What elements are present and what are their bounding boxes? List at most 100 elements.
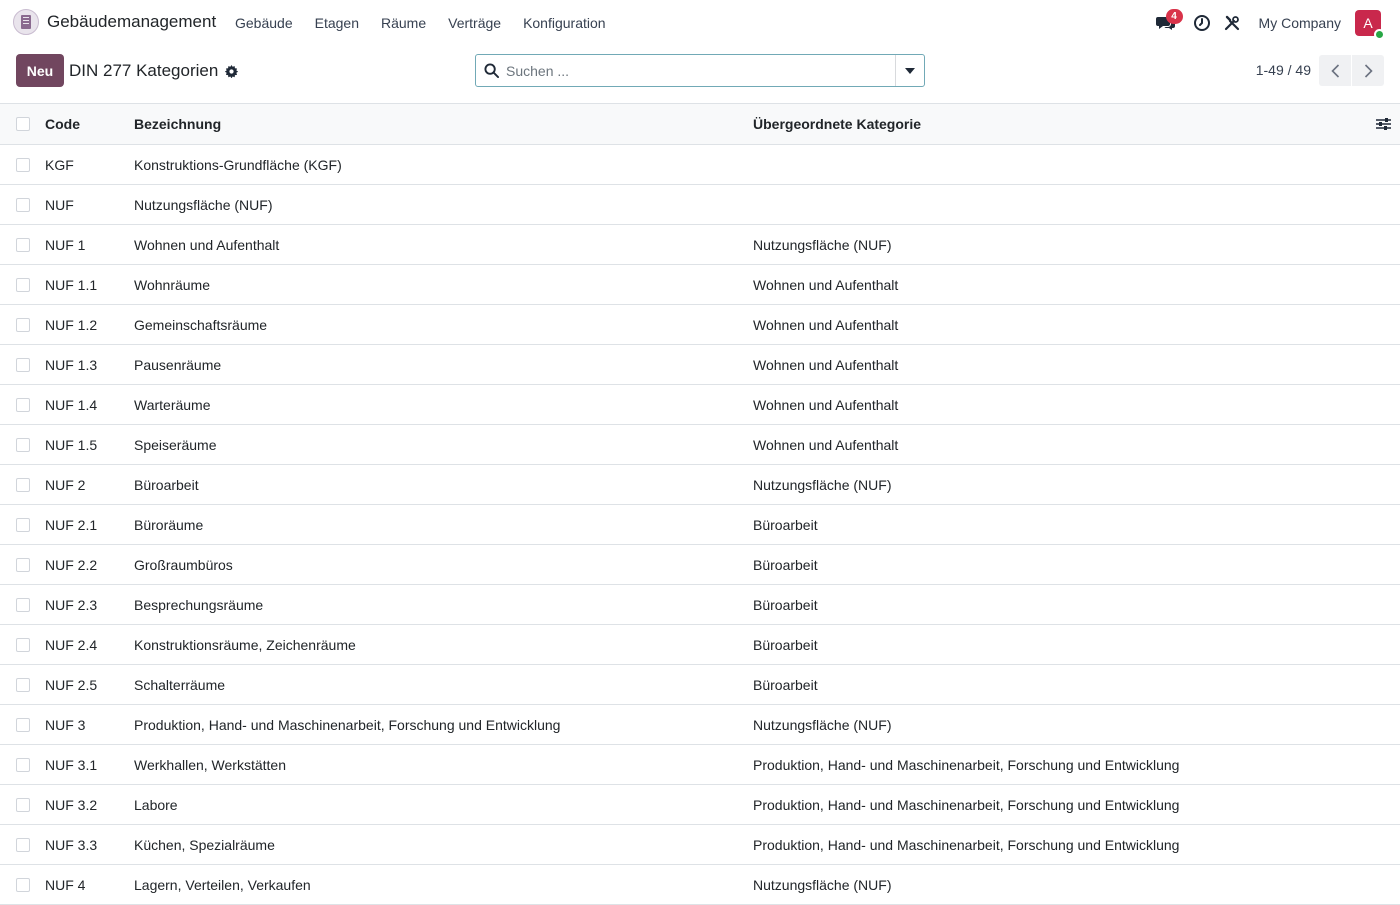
table-row[interactable]: NUF 4 Lagern, Verteilen, Verkaufen Nutzung… xyxy=(0,865,1400,905)
top-navbar: Gebäudemanagement Gebäude Etagen Räume V… xyxy=(0,0,1400,46)
row-checkbox[interactable] xyxy=(16,517,30,532)
table-row[interactable]: NUF 2 Büroarbeit Nutzungsfläche (NUF) xyxy=(0,465,1400,505)
row-checkbox[interactable] xyxy=(16,757,30,772)
menu-item-etagen[interactable]: Etagen xyxy=(304,15,370,31)
cell-parent: Büroarbeit xyxy=(753,596,818,613)
row-checkbox[interactable] xyxy=(16,317,30,332)
table-row[interactable]: NUF 1.2 Gemeinschaftsräume Wohnen und Aufe… xyxy=(0,305,1400,345)
row-checkbox[interactable] xyxy=(16,477,30,492)
column-header-name[interactable]: Bezeichnung xyxy=(134,116,221,132)
cell-name: Büroräume xyxy=(134,516,204,533)
row-checkbox[interactable] xyxy=(16,397,30,412)
row-checkbox[interactable] xyxy=(16,557,30,572)
cell-name: Labore xyxy=(134,796,178,813)
pager-next-button[interactable] xyxy=(1352,55,1384,86)
cell-parent: Wohnen und Aufenthalt xyxy=(753,436,899,453)
row-checkbox[interactable] xyxy=(16,237,30,252)
chevron-left-icon xyxy=(1330,63,1339,78)
row-checkbox[interactable] xyxy=(16,357,30,372)
column-header-code[interactable]: Code xyxy=(45,116,80,132)
cell-name: Konstruktionsräume, Zeichenräume xyxy=(134,636,356,653)
search-icon xyxy=(476,63,506,78)
avatar-initial: A xyxy=(1363,15,1373,31)
table-body: KGF Konstruktions-Grundfläche (KGF) NUF Nut… xyxy=(0,145,1400,905)
cell-parent: Produktion, Hand- und Maschinenarbeit, F… xyxy=(753,796,1180,813)
activity-button[interactable] xyxy=(1187,8,1217,38)
cell-code: KGF xyxy=(45,156,74,173)
cell-code: NUF 3.2 xyxy=(45,796,98,813)
company-switcher[interactable]: My Company xyxy=(1259,15,1341,31)
pager-previous-button[interactable] xyxy=(1319,55,1351,86)
search-bar xyxy=(475,54,925,87)
row-checkbox[interactable] xyxy=(16,197,30,212)
table-row[interactable]: NUF 2.5 Schalterräume Büroarbeit xyxy=(0,665,1400,705)
table-row[interactable]: NUF 1.3 Pausenräume Wohnen und Aufenthalt xyxy=(0,345,1400,385)
row-checkbox[interactable] xyxy=(16,677,30,692)
table-row[interactable]: NUF 2.2 Großraumbüros Büroarbeit xyxy=(0,545,1400,585)
cell-parent: Wohnen und Aufenthalt xyxy=(753,316,899,333)
cell-name: Besprechungsräume xyxy=(134,596,264,613)
row-checkbox[interactable] xyxy=(16,837,30,852)
select-all-checkbox[interactable] xyxy=(16,117,30,131)
sliders-icon[interactable] xyxy=(1375,116,1391,132)
row-checkbox[interactable] xyxy=(16,597,30,612)
table-row[interactable]: NUF 1 Wohnen und Aufenthalt Nutzungsfläche… xyxy=(0,225,1400,265)
table-row[interactable]: NUF 3.2 Labore Produktion, Hand- und Masch… xyxy=(0,785,1400,825)
row-checkbox[interactable] xyxy=(16,277,30,292)
online-status-icon xyxy=(1374,29,1385,40)
row-checkbox[interactable] xyxy=(16,637,30,652)
table-row[interactable]: NUF 3.3 Küchen, Spezialräume Produktion, H… xyxy=(0,825,1400,865)
row-checkbox[interactable] xyxy=(16,437,30,452)
cell-parent: Nutzungsfläche (NUF) xyxy=(753,236,892,253)
search-options-toggle[interactable] xyxy=(895,55,924,86)
cell-name: Gemeinschaftsräume xyxy=(134,316,268,333)
row-checkbox[interactable] xyxy=(16,157,30,172)
cell-code: NUF 2.2 xyxy=(45,556,98,573)
table-row[interactable]: NUF 1.4 Warteräume Wohnen und Aufenthalt xyxy=(0,385,1400,425)
cell-name: Produktion, Hand- und Maschinenarbeit, F… xyxy=(134,716,561,733)
cell-name: Konstruktions-Grundfläche (KGF) xyxy=(134,156,342,173)
list-view: Code Bezeichnung Übergeordnete Kategorie… xyxy=(0,103,1400,905)
row-checkbox[interactable] xyxy=(16,877,30,892)
table-row[interactable]: NUF 3 Produktion, Hand- und Maschinenarbe… xyxy=(0,705,1400,745)
cell-code: NUF 1.4 xyxy=(45,396,98,413)
cell-name: Nutzungsfläche (NUF) xyxy=(134,196,273,213)
search-input[interactable] xyxy=(506,55,895,86)
building-icon[interactable] xyxy=(13,9,39,35)
new-button[interactable]: Neu xyxy=(16,54,64,87)
cell-code: NUF xyxy=(45,196,74,213)
caret-down-icon xyxy=(905,67,915,74)
cell-code: NUF 1.3 xyxy=(45,356,98,373)
menu-item-gebaeude[interactable]: Gebäude xyxy=(224,15,304,31)
app-name[interactable]: Gebäudemanagement xyxy=(47,12,216,32)
cell-name: Küchen, Spezialräume xyxy=(134,836,275,853)
cell-name: Warteräume xyxy=(134,396,211,413)
table-row[interactable]: NUF 2.3 Besprechungsräume Büroarbeit xyxy=(0,585,1400,625)
table-row[interactable]: NUF 2.1 Büroräume Büroarbeit xyxy=(0,505,1400,545)
cell-name: Pausenräume xyxy=(134,356,222,373)
menu-item-konfiguration[interactable]: Konfiguration xyxy=(512,15,617,31)
menu-item-vertraege[interactable]: Verträge xyxy=(437,15,512,31)
table-row[interactable]: NUF 1.1 Wohnräume Wohnen und Aufenthalt xyxy=(0,265,1400,305)
table-row[interactable]: NUF 1.5 Speiseräume Wohnen und Aufenthalt xyxy=(0,425,1400,465)
row-checkbox[interactable] xyxy=(16,717,30,732)
chevron-right-icon xyxy=(1364,63,1373,78)
menu-item-raeume[interactable]: Räume xyxy=(370,15,437,31)
cell-parent: Wohnen und Aufenthalt xyxy=(753,356,899,373)
tools-button[interactable] xyxy=(1217,8,1247,38)
row-checkbox[interactable] xyxy=(16,797,30,812)
table-row[interactable]: KGF Konstruktions-Grundfläche (KGF) xyxy=(0,145,1400,185)
table-row[interactable]: NUF Nutzungsfläche (NUF) xyxy=(0,185,1400,225)
cell-name: Großraumbüros xyxy=(134,556,233,573)
table-row[interactable]: NUF 2.4 Konstruktionsräume, Zeichenräume B… xyxy=(0,625,1400,665)
table-row[interactable]: NUF 3.1 Werkhallen, Werkstätten Produktion… xyxy=(0,745,1400,785)
gear-icon[interactable] xyxy=(225,64,239,78)
tools-icon xyxy=(1224,15,1239,31)
cell-name: Büroarbeit xyxy=(134,476,199,493)
pager-value[interactable]: 1-49 / 49 xyxy=(1256,62,1311,78)
messages-button[interactable]: 4 xyxy=(1151,8,1183,38)
cell-parent: Büroarbeit xyxy=(753,516,818,533)
cell-parent: Wohnen und Aufenthalt xyxy=(753,396,899,413)
column-header-parent[interactable]: Übergeordnete Kategorie xyxy=(753,116,921,132)
user-avatar[interactable]: A xyxy=(1355,10,1385,40)
